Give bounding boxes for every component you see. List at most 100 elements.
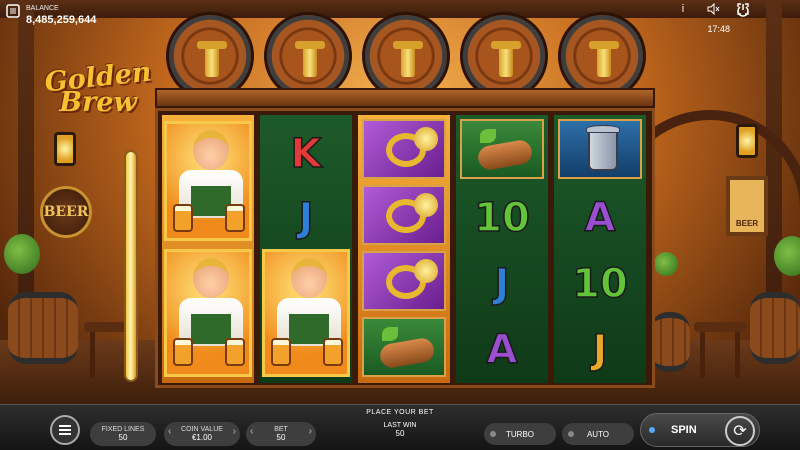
beer-mug-icon — [323, 338, 343, 366]
beer-sign-text: BEER — [43, 204, 89, 220]
info-icon[interactable]: i — [676, 2, 690, 16]
beer-sign: BEER — [40, 186, 92, 238]
horn-symbol — [362, 251, 446, 311]
floor-barrel-left — [8, 292, 78, 364]
symbol-j-text: J — [592, 326, 608, 374]
frame-sign-text: BEER — [735, 219, 759, 228]
symbol-10-text: 10 — [473, 194, 530, 242]
balance-value: 8,485,259,644 — [26, 14, 97, 26]
keg — [558, 12, 646, 100]
floor-barrel-mid — [650, 312, 690, 372]
balance-label: BALANCE — [26, 5, 59, 12]
leaf-icon — [480, 129, 496, 143]
symbol-j-text: J — [494, 260, 510, 308]
symbol-j: J — [260, 185, 352, 251]
turbo-indicator-dot — [490, 431, 496, 437]
sausage-symbol — [460, 119, 544, 179]
coin-value-decrease-icon[interactable]: ‹ — [168, 426, 171, 437]
coin-value-label: COIN VALUE — [181, 426, 223, 433]
tap-icon — [589, 41, 619, 77]
barmaid-head — [291, 258, 327, 298]
bet-increase-icon[interactable]: › — [309, 426, 312, 437]
leaf-icon — [382, 327, 398, 341]
turbo-toggle[interactable]: TURBO — [484, 423, 556, 445]
keg — [264, 12, 352, 100]
game-logo: Golden Brew — [36, 56, 160, 118]
barmaid-head — [193, 130, 229, 170]
keg — [166, 12, 254, 100]
sausage-icon — [476, 138, 534, 172]
horn-bell-icon — [414, 259, 438, 283]
beer-mug-icon — [173, 204, 193, 232]
symbol-j-text: J — [298, 194, 314, 242]
spin-button[interactable]: SPIN ⟳ — [640, 413, 760, 447]
hamburger-icon — [59, 423, 71, 437]
last-win-value: 50 — [395, 429, 405, 438]
reel-1 — [162, 115, 254, 383]
barmaid-symbol — [262, 249, 350, 377]
symbol-k-text: K — [290, 130, 323, 178]
auto-label: AUTO — [586, 429, 610, 439]
reels-area: K J 10 J A A 10 J — [155, 108, 655, 388]
symbol-a: A — [456, 317, 548, 383]
keg-shelf — [155, 88, 655, 108]
horn-symbol — [362, 119, 446, 179]
fixed-lines-display: FIXED LINES 50 — [90, 422, 156, 446]
menu-button[interactable] — [50, 415, 80, 445]
lantern-left — [54, 132, 76, 166]
beer-mug-icon — [225, 338, 245, 366]
control-bar: PLACE YOUR BET FIXED LINES 50 ‹ COIN VAL… — [0, 404, 800, 450]
coin-value-control: ‹ COIN VALUE €1.00 › — [164, 422, 240, 446]
last-win-label: LAST WIN — [383, 422, 417, 429]
plant-left — [4, 234, 40, 274]
stein-lid-icon — [586, 125, 620, 133]
horn-bell-icon — [414, 193, 438, 217]
spin-label: SPIN — [671, 424, 697, 436]
clock: 17:48 — [707, 24, 730, 34]
bet-decrease-icon[interactable]: ‹ — [250, 426, 253, 437]
stein-symbol — [558, 119, 642, 179]
tap-icon — [393, 41, 423, 77]
stein-icon — [588, 129, 618, 171]
tap-icon — [295, 41, 325, 77]
tap-icon — [491, 41, 521, 77]
spin-indicator-dot — [649, 427, 655, 433]
horn-bell-icon — [414, 127, 438, 151]
home-menu-icon[interactable] — [6, 4, 20, 18]
lantern-right — [736, 124, 758, 158]
beer-meter-tube — [124, 150, 138, 382]
barmaid-symbol — [164, 249, 252, 377]
sausage-symbol — [362, 317, 446, 377]
horn-symbol — [362, 185, 446, 245]
auto-indicator-dot — [568, 431, 574, 437]
power-icon[interactable] — [736, 3, 750, 17]
tap-icon — [197, 41, 227, 77]
coin-value-increase-icon[interactable]: › — [233, 426, 236, 437]
symbol-10: 10 — [456, 185, 548, 251]
beer-mug-icon — [173, 338, 193, 366]
symbol-a-text: A — [584, 194, 616, 242]
sound-off-icon[interactable] — [706, 2, 720, 16]
fixed-lines-value: 50 — [118, 433, 128, 442]
reel-2: K J — [260, 115, 352, 383]
beer-mug-icon — [225, 204, 245, 232]
symbol-j: J — [456, 251, 548, 317]
spin-arrows-icon[interactable]: ⟳ — [725, 416, 755, 446]
symbol-k: K — [260, 121, 352, 187]
symbol-a: A — [554, 185, 646, 251]
beer-mug-icon — [271, 338, 291, 366]
symbol-10: 10 — [554, 251, 646, 317]
coin-value-value: €1.00 — [191, 433, 213, 442]
symbol-10-text: 10 — [571, 260, 628, 308]
reel-5: A 10 J — [554, 115, 646, 383]
stool-right — [694, 322, 746, 378]
reel-3 — [358, 115, 450, 383]
plant-window — [654, 252, 678, 276]
symbol-j: J — [554, 317, 646, 383]
auto-toggle[interactable]: AUTO — [562, 423, 634, 445]
symbol-a-text: A — [486, 326, 518, 374]
bet-control: ‹ BET 50 › — [246, 422, 316, 446]
barmaid-head — [193, 258, 229, 298]
floor-barrel-right — [750, 292, 800, 364]
beer-frame-sign: BEER — [726, 176, 768, 236]
